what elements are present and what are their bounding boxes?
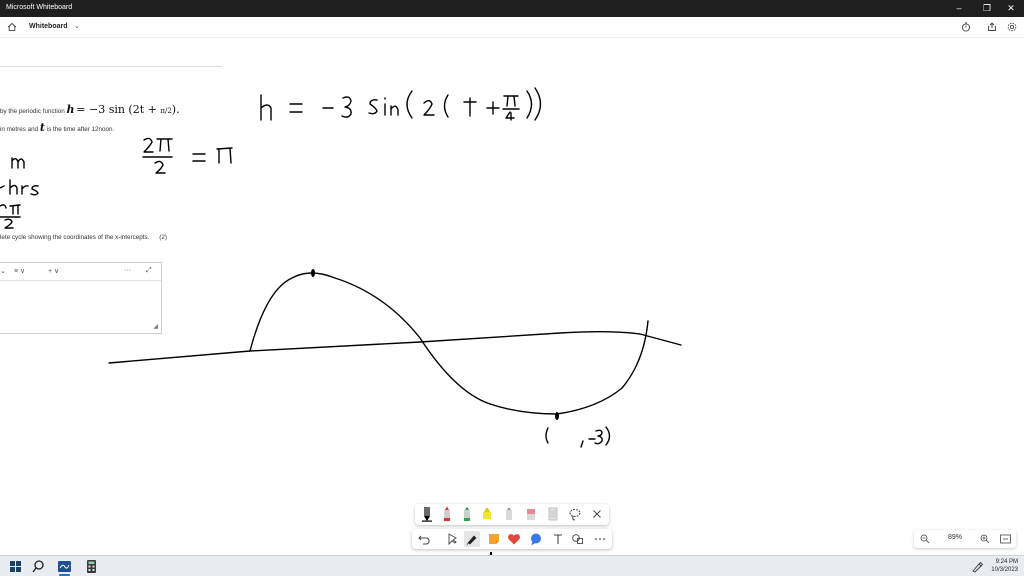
shapes-icon[interactable] — [570, 531, 586, 547]
minimize-button[interactable]: – — [946, 0, 972, 17]
undo-icon[interactable] — [416, 531, 432, 547]
zoom-control: 89% — [914, 530, 1016, 548]
window-titlebar: Microsoft Whiteboard – ❐ ✕ — [0, 0, 1024, 17]
ink-point-label-paren-open — [545, 427, 549, 444]
calculator-app-icon[interactable] — [84, 559, 99, 574]
graph-axis — [108, 331, 682, 364]
windows-taskbar: 9:24 PM 10/3/2023 — [0, 555, 1024, 576]
more-horizontal-icon[interactable] — [592, 531, 608, 547]
ink-equals-2 — [192, 153, 206, 162]
ink-paren-open-2 — [443, 94, 449, 118]
clock-time: 9:24 PM — [995, 559, 1018, 565]
windows-start-icon[interactable] — [8, 559, 23, 574]
ink-n — [390, 105, 399, 116]
ink-point-label-three — [594, 429, 603, 445]
clock-date: 10/3/2023 — [991, 567, 1018, 573]
pencil-icon[interactable] — [501, 506, 517, 522]
home-icon[interactable] — [6, 21, 18, 33]
ink-two-2 — [143, 137, 154, 153]
ink-left-hrs — [0, 179, 39, 196]
ink-h — [260, 94, 272, 121]
app-header: Whiteboard ⌄ — [0, 17, 1024, 38]
ink-paren-close-1 — [526, 90, 533, 119]
zoom-level[interactable]: 89% — [948, 534, 962, 541]
timer-icon[interactable] — [960, 21, 972, 33]
window-title: Microsoft Whiteboard — [6, 4, 73, 11]
ink-paren-close-2 — [534, 87, 542, 121]
share-icon[interactable] — [986, 21, 998, 33]
pen-menu-icon[interactable] — [970, 559, 985, 574]
ink-two-3 — [154, 160, 166, 174]
ink-s — [368, 99, 378, 115]
zoom-in-icon[interactable] — [980, 534, 990, 544]
board-title[interactable]: Whiteboard — [29, 23, 68, 30]
ink-plus — [486, 101, 500, 115]
graph-curve — [249, 272, 649, 415]
inking-pen-icon[interactable] — [464, 531, 480, 547]
green-pen-icon[interactable] — [459, 506, 475, 522]
chevron-down-icon[interactable]: ⌄ — [74, 22, 80, 30]
ruler-icon[interactable] — [545, 506, 561, 522]
close-icon[interactable] — [589, 506, 605, 522]
create-toolbar — [412, 529, 612, 549]
system-clock[interactable]: 9:24 PM 10/3/2023 — [991, 558, 1018, 574]
ink-pi-2 — [156, 138, 173, 152]
reaction-heart-icon[interactable] — [506, 531, 522, 547]
restore-button[interactable]: ❐ — [974, 0, 1000, 17]
ink-three — [341, 96, 352, 118]
ink-point-label-comma — [580, 440, 584, 448]
eraser-icon[interactable] — [523, 506, 539, 522]
select-pointer-icon[interactable] — [444, 531, 460, 547]
ink-layer — [0, 87, 682, 448]
ink-point-label-paren-close — [605, 426, 611, 446]
lasso-icon[interactable] — [567, 506, 583, 522]
black-pen-icon[interactable] — [419, 506, 435, 522]
search-icon[interactable] — [31, 559, 46, 574]
close-button[interactable]: ✕ — [998, 0, 1024, 17]
ink-left-m — [11, 157, 25, 169]
ink-equals — [289, 103, 303, 113]
text-icon[interactable] — [550, 531, 566, 547]
fit-to-screen-icon[interactable] — [1000, 534, 1011, 544]
pen-tray — [415, 504, 609, 525]
ink-pi-3 — [216, 147, 233, 164]
ink-t — [463, 97, 477, 117]
ink-left-frac — [0, 204, 21, 229]
settings-gear-icon[interactable] — [1006, 21, 1018, 33]
graph-min-point — [555, 412, 559, 420]
zoom-out-icon[interactable] — [920, 534, 930, 544]
ink-paren-open-1 — [406, 90, 413, 119]
graph-max-point — [311, 269, 315, 277]
red-pen-icon[interactable] — [439, 506, 455, 522]
whiteboard-canvas[interactable]: by the periodic function h = −3 sin (2t … — [0, 38, 1024, 556]
sticky-note-icon[interactable] — [486, 531, 502, 547]
whiteboard-app-icon[interactable] — [57, 559, 72, 574]
ink-pi — [503, 95, 519, 107]
ink-four — [505, 111, 515, 121]
ink-two — [423, 100, 435, 116]
highlighter-icon[interactable] — [479, 506, 495, 522]
chat-bubble-icon[interactable] — [528, 531, 544, 547]
